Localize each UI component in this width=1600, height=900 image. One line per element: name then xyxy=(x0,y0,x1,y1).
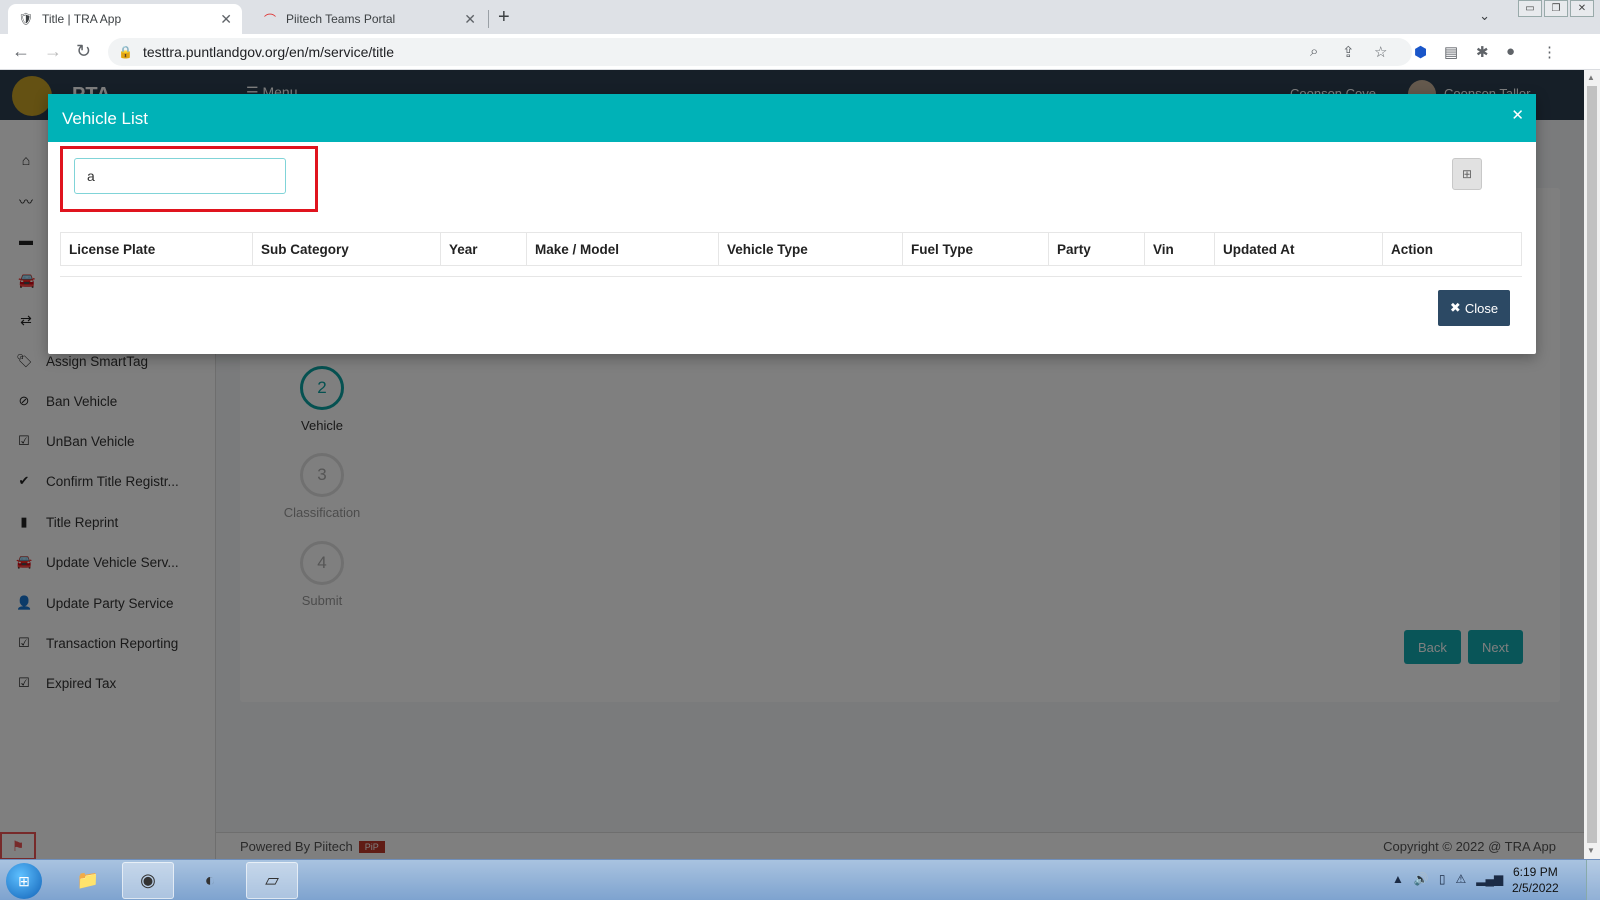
close-window-icon[interactable]: ✕ xyxy=(1570,0,1594,17)
zoom-icon[interactable]: ⌕ xyxy=(1310,43,1318,60)
new-tab-icon[interactable]: + xyxy=(498,6,510,29)
lock-icon: 🔒 xyxy=(118,45,133,59)
window-controls: ▭ ❐ ✕ xyxy=(1518,0,1594,18)
column-header[interactable]: License Plate xyxy=(61,233,253,265)
search-input[interactable] xyxy=(74,158,286,194)
tab-divider xyxy=(488,10,489,28)
vehicle-list-modal: Vehicle List ✕ ⊞ License Plate Sub Categ… xyxy=(48,94,1536,354)
clock[interactable]: 6:19 PM 2/5/2022 xyxy=(1512,864,1559,896)
chrome-icon[interactable]: ◉ xyxy=(122,862,174,899)
column-header[interactable]: Make / Model xyxy=(527,233,719,265)
windows-taskbar: ⊞ 📁 ◉ ◐ ▱ ▲ 🔊 ▯ ⚠ ▂▄▆ 6:19 PM 2/5/2022 xyxy=(0,859,1600,900)
signal-icon[interactable]: ▂▄▆ xyxy=(1476,872,1503,886)
vehicle-table-header: License Plate Sub Category Year Make / M… xyxy=(60,232,1522,266)
extension-shield-icon[interactable]: ⬢ xyxy=(1414,43,1427,61)
scroll-up-icon[interactable]: ▲ xyxy=(1587,73,1595,82)
close-icon[interactable]: ✕ xyxy=(1511,106,1524,124)
start-button[interactable]: ⊞ xyxy=(6,863,42,899)
tab-label: Piitech Teams Portal xyxy=(286,12,396,26)
column-header[interactable]: Updated At xyxy=(1215,233,1383,265)
close-button-label: Close xyxy=(1464,300,1499,316)
extension-clipboard-icon[interactable]: ▤ xyxy=(1444,43,1458,61)
reload-icon[interactable]: ↻ xyxy=(76,41,91,62)
restore-icon[interactable]: ❐ xyxy=(1544,0,1568,17)
column-header[interactable]: Party xyxy=(1049,233,1145,265)
forward-arrow-icon[interactable]: → xyxy=(44,41,62,62)
grid-view-icon[interactable]: ⊞ xyxy=(1452,158,1482,190)
clock-time: 6:19 PM xyxy=(1513,865,1558,879)
piitech-favicon-icon: ⌒ xyxy=(263,12,276,27)
volume-icon[interactable]: 🔊 xyxy=(1414,872,1429,886)
clock-date: 2/5/2022 xyxy=(1512,881,1559,895)
tra-favicon-icon: 🛡 xyxy=(18,12,34,26)
network-error-icon[interactable]: ⚠ xyxy=(1455,872,1466,886)
show-desktop-button[interactable] xyxy=(1586,860,1600,900)
column-header[interactable]: Fuel Type xyxy=(903,233,1049,265)
modal-header: Vehicle List ✕ xyxy=(48,94,1536,142)
tab-label: Title | TRA App xyxy=(42,12,122,26)
extensions-puzzle-icon[interactable]: ✱ xyxy=(1476,43,1489,61)
battery-icon[interactable]: ▯ xyxy=(1439,872,1446,886)
close-tab-icon[interactable]: ✕ xyxy=(220,11,232,28)
file-explorer-icon[interactable]: 📁 xyxy=(62,862,114,899)
share-icon[interactable]: ⇪ xyxy=(1342,43,1355,61)
url-text: testtra.puntlandgov.org/en/m/service/tit… xyxy=(142,44,395,60)
back-arrow-icon[interactable]: ← xyxy=(12,41,30,62)
tab-title-tra-app[interactable]: 🛡 Title | TRA App ✕ xyxy=(8,4,242,34)
close-x-icon: ✖ xyxy=(1449,300,1461,315)
system-tray: ▲ 🔊 ▯ ⚠ ▂▄▆ xyxy=(1392,872,1503,886)
tab-search-chevron-icon[interactable]: ⌄ xyxy=(1479,8,1490,24)
tab-piitech-teams-portal[interactable]: ⌒ Piitech Teams Portal ✕ xyxy=(252,4,486,34)
browser-toolbar: ← → ↻ 🔒 testtra.puntlandgov.org/en/m/ser… xyxy=(0,34,1600,70)
column-header[interactable]: Year xyxy=(441,233,527,265)
edge-icon[interactable]: ◐ xyxy=(184,862,236,899)
close-tab-icon[interactable]: ✕ xyxy=(464,11,476,28)
profile-icon[interactable]: ● xyxy=(1506,43,1515,60)
minimize-icon[interactable]: ▭ xyxy=(1518,0,1542,17)
browser-menu-icon[interactable]: ⋮ xyxy=(1542,43,1557,61)
address-bar[interactable]: 🔒 testtra.puntlandgov.org/en/m/service/t… xyxy=(108,38,1412,66)
notepad-icon[interactable]: ▱ xyxy=(246,862,298,899)
modal-title: Vehicle List xyxy=(62,109,148,128)
table-divider xyxy=(60,276,1522,277)
page-scrollbar[interactable]: ▲ ▼ xyxy=(1584,70,1600,859)
column-header[interactable]: Sub Category xyxy=(253,233,441,265)
tray-expand-icon[interactable]: ▲ xyxy=(1392,872,1404,886)
browser-tab-bar: 🛡 Title | TRA App ✕ ⌒ Piitech Teams Port… xyxy=(0,0,1600,34)
column-header[interactable]: Vin xyxy=(1145,233,1215,265)
column-header[interactable]: Action xyxy=(1383,233,1521,265)
bookmark-star-icon[interactable]: ☆ xyxy=(1374,43,1387,61)
column-header[interactable]: Vehicle Type xyxy=(719,233,903,265)
scroll-thumb[interactable] xyxy=(1587,86,1597,843)
scroll-down-icon[interactable]: ▼ xyxy=(1587,846,1595,855)
close-button[interactable]: ✖ Close xyxy=(1438,290,1510,326)
